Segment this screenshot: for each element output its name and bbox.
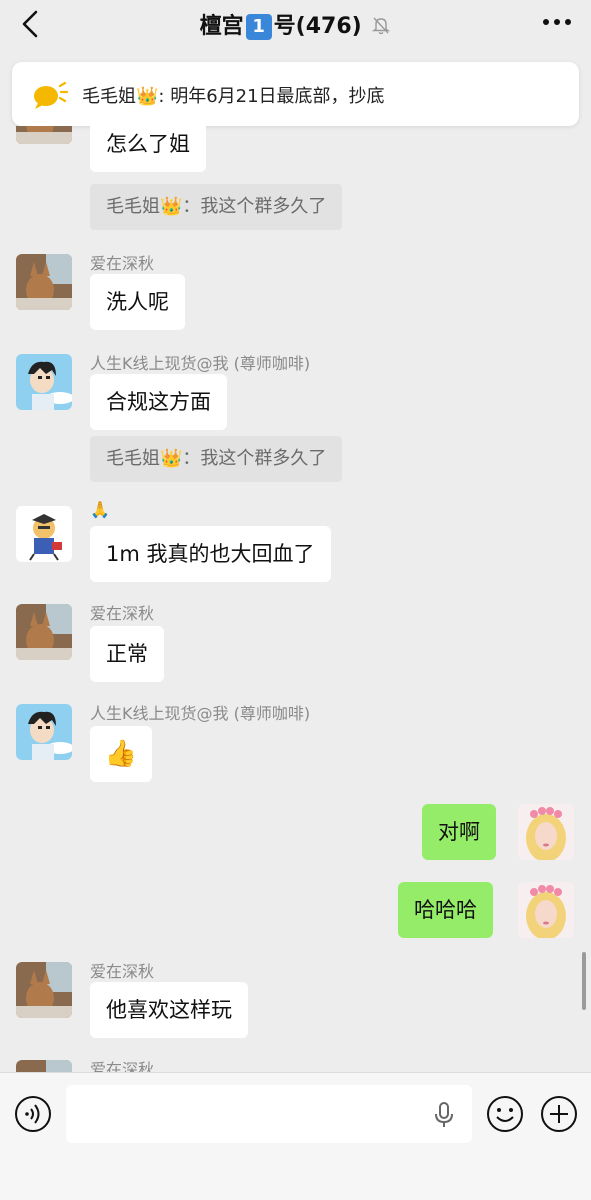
- input-bar: [0, 1072, 591, 1200]
- pinned-text: 毛毛姐👑: 明年6月21日最底部，抄底: [82, 86, 385, 107]
- own-message-bubble[interactable]: 哈哈哈: [398, 882, 493, 938]
- bell-off-icon: [372, 17, 391, 35]
- sender-name: 爱在深秋: [90, 962, 155, 981]
- title-suffix: 号: [273, 14, 296, 39]
- message-list[interactable]: 怎么了姐 毛毛姐👑：我这个群多久了 爱在深秋 洗人呢 人生K线上现货@我 (尊师…: [0, 126, 591, 1072]
- plus-icon[interactable]: [540, 1095, 578, 1133]
- message-input[interactable]: [66, 1085, 472, 1143]
- member-count: (476): [295, 14, 362, 39]
- mic-icon[interactable]: [434, 1101, 454, 1129]
- avatar[interactable]: [16, 604, 72, 660]
- message-bubble[interactable]: 洗人呢: [90, 274, 185, 330]
- message-bubble[interactable]: 合规这方面: [90, 374, 227, 430]
- sender-name: 人生K线上现货@我 (尊师咖啡): [90, 704, 311, 723]
- emoji-icon[interactable]: [486, 1095, 524, 1133]
- title-badge: 1: [245, 14, 272, 40]
- own-message-bubble[interactable]: 对啊: [422, 804, 496, 860]
- speech-bubble-icon: [34, 81, 68, 109]
- avatar[interactable]: [16, 354, 72, 410]
- chat-title: 檀宫 1 号(476): [0, 8, 591, 40]
- sender-name: 爱在深秋: [90, 604, 155, 623]
- quoted-message[interactable]: 毛毛姐👑：我这个群多久了: [90, 184, 343, 230]
- message-bubble[interactable]: 正常: [90, 626, 164, 682]
- more-icon[interactable]: [541, 12, 573, 32]
- avatar[interactable]: [16, 962, 72, 1018]
- own-avatar[interactable]: [518, 882, 574, 938]
- message-bubble[interactable]: 怎么了姐: [90, 126, 206, 172]
- quoted-message[interactable]: 毛毛姐👑：我这个群多久了: [90, 436, 343, 482]
- title-prefix: 檀宫: [199, 14, 244, 39]
- avatar[interactable]: [16, 704, 72, 760]
- avatar[interactable]: [16, 254, 72, 310]
- voice-icon[interactable]: [14, 1095, 52, 1133]
- sender-name: 爱在深秋: [90, 1060, 155, 1072]
- pinned-message[interactable]: 毛毛姐👑: 明年6月21日最底部，抄底: [12, 62, 579, 126]
- scrollbar[interactable]: [582, 952, 586, 1010]
- avatar[interactable]: [16, 1060, 72, 1072]
- sender-name: 爱在深秋: [90, 254, 155, 273]
- message-bubble[interactable]: 1m 我真的也大回血了: [90, 526, 331, 582]
- avatar[interactable]: [16, 126, 72, 144]
- own-avatar[interactable]: [518, 804, 574, 860]
- message-bubble[interactable]: 👍: [90, 726, 152, 782]
- message-bubble[interactable]: 他喜欢这样玩: [90, 982, 248, 1038]
- chat-header: 檀宫 1 号(476): [0, 0, 591, 50]
- sender-name: 🙏: [90, 500, 110, 519]
- avatar[interactable]: [16, 506, 72, 562]
- sender-name: 人生K线上现货@我 (尊师咖啡): [90, 354, 311, 373]
